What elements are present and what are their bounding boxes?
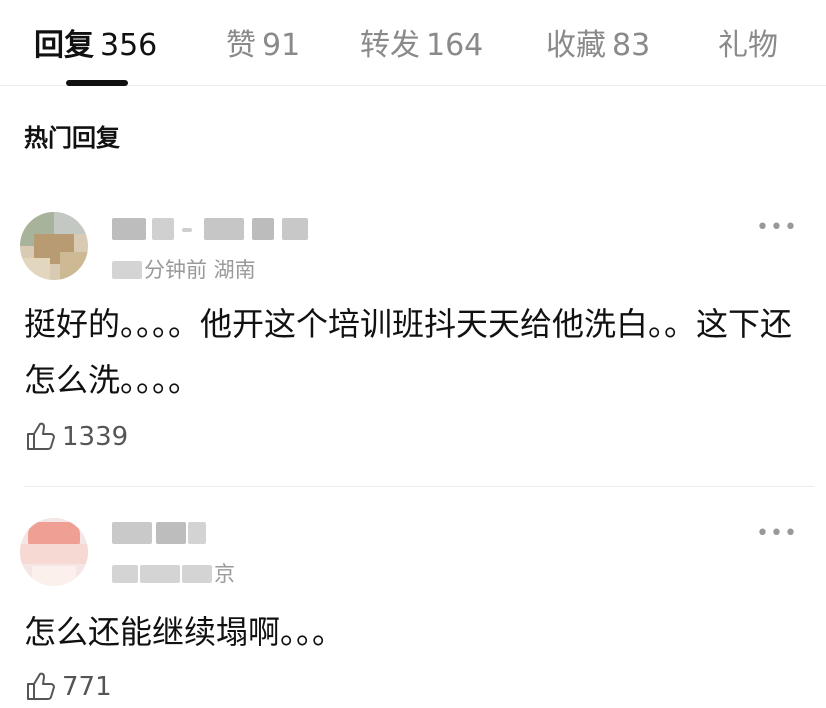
section-title: 热门回复 <box>24 124 120 152</box>
more-dots-icon[interactable]: ••• <box>756 523 797 545</box>
avatar[interactable] <box>20 518 88 586</box>
like-button[interactable]: 771 <box>24 670 134 706</box>
tab-gifts[interactable]: 礼物 <box>718 20 778 64</box>
tab-reposts-count: 164 <box>426 28 484 63</box>
comment-text: 挺好的。。。。他开这个培训班抖天天给他洗白。。这下还怎么洗。。。。 <box>24 305 793 399</box>
redacted-time <box>112 565 138 583</box>
tab-favorites-count: 83 <box>612 28 651 63</box>
comment-meta-text: 京 <box>214 562 235 586</box>
comment-meta: 分钟前 湖南 <box>112 254 256 284</box>
tab-reposts[interactable]: 转发 164 <box>360 20 483 64</box>
tab-replies-label: 回复 <box>34 28 94 63</box>
tab-favorites[interactable]: 收藏 83 <box>546 20 650 64</box>
author-name-redacted[interactable] <box>112 522 212 546</box>
divider <box>24 486 814 487</box>
tab-replies-count: 356 <box>100 28 158 63</box>
comment-text: 怎么还能继续塌啊。。。 <box>24 613 345 651</box>
avatar[interactable] <box>20 212 88 280</box>
comment-meta: 京 <box>112 558 235 588</box>
author-name-redacted[interactable] <box>112 218 312 242</box>
comment-meta-text: 分钟前 湖南 <box>144 258 256 282</box>
redacted-location <box>182 565 212 583</box>
tab-bar: 回复 356 赞 91 转发 164 收藏 83 礼物 <box>0 0 826 86</box>
active-tab-indicator <box>66 80 128 86</box>
redacted-location <box>140 565 180 583</box>
thumbs-up-icon <box>27 422 55 450</box>
like-count: 1339 <box>62 422 129 452</box>
more-dots-icon[interactable]: ••• <box>756 217 797 239</box>
tab-gifts-label: 礼物 <box>718 28 778 63</box>
like-button[interactable]: 1339 <box>24 420 154 456</box>
tab-replies[interactable]: 回复 356 <box>34 20 157 64</box>
tab-likes-count: 91 <box>262 28 301 63</box>
tab-favorites-label: 收藏 <box>546 28 606 63</box>
thumbs-up-icon <box>27 672 55 700</box>
tab-likes-label: 赞 <box>226 28 256 63</box>
like-count: 771 <box>62 672 112 702</box>
tab-reposts-label: 转发 <box>360 28 420 63</box>
redacted-time <box>112 261 142 279</box>
tab-likes[interactable]: 赞 91 <box>226 20 300 64</box>
